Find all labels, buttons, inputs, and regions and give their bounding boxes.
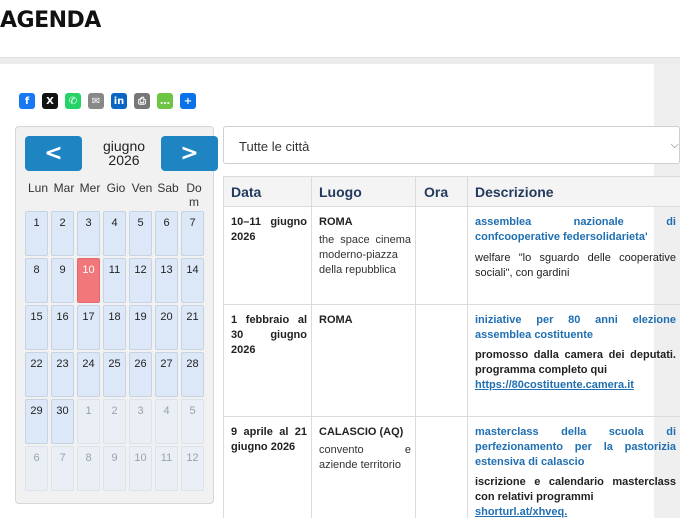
- calendar-day[interactable]: 9: [51, 258, 74, 303]
- email-icon[interactable]: ✉: [88, 93, 104, 109]
- calendar-day[interactable]: 11: [155, 446, 178, 491]
- event-city: CALASCIO (AQ): [319, 426, 404, 438]
- event-title[interactable]: iniziative per 80 anni elezione assemble…: [475, 313, 676, 343]
- calendar-day[interactable]: 17: [77, 305, 100, 350]
- share-plus-icon[interactable]: +: [180, 93, 196, 109]
- calendar-day[interactable]: 1: [77, 399, 100, 444]
- calendar-day[interactable]: 27: [155, 352, 178, 397]
- city-select-value: Tutte le città: [239, 139, 310, 154]
- column-header-description: Descrizione: [475, 184, 554, 200]
- calendar-day[interactable]: 12: [181, 446, 204, 491]
- calendar-day[interactable]: 12: [129, 258, 152, 303]
- prev-month-button[interactable]: <: [25, 136, 82, 171]
- calendar-day[interactable]: 3: [77, 211, 100, 256]
- calendar-day[interactable]: 6: [155, 211, 178, 256]
- city-select[interactable]: Tutte le città ⌵: [223, 126, 680, 164]
- calendar-day[interactable]: 11: [103, 258, 126, 303]
- event-date: 10–11 giugno 2026: [231, 216, 307, 243]
- calendar-day[interactable]: 10: [129, 446, 152, 491]
- table-row: 9 aprile al 21 giugno 2026 CALASCIO (AQ)…: [224, 417, 680, 518]
- calendar-day[interactable]: 5: [181, 399, 204, 444]
- calendar-day-today[interactable]: 10: [77, 258, 100, 303]
- linkedin-icon[interactable]: in: [111, 93, 127, 109]
- event-description-text: promosso dalla camera dei deputati. prog…: [475, 349, 676, 376]
- event-title[interactable]: masterclass della scuola di perfezioname…: [475, 425, 676, 470]
- event-description: iscrizione e calendario masterclass con …: [475, 475, 676, 518]
- calendar-day[interactable]: 22: [25, 352, 48, 397]
- calendar-day[interactable]: 8: [25, 258, 48, 303]
- calendar-day[interactable]: 7: [51, 446, 74, 491]
- calendar-day[interactable]: 3: [129, 399, 152, 444]
- weekday-label: Ven: [131, 181, 153, 195]
- month-name: giugno: [102, 138, 146, 154]
- column-header-place: Luogo: [319, 184, 362, 200]
- calendar-day[interactable]: 20: [155, 305, 178, 350]
- calendar-day[interactable]: 4: [155, 399, 178, 444]
- year-number: 2026: [108, 152, 140, 168]
- calendar-widget: < giugno 2026 > Lun Mar Mer Gio Ven Sab Do m 1…: [15, 126, 218, 504]
- event-city: ROMA: [319, 216, 353, 228]
- weekday-label: Gio: [106, 181, 126, 195]
- days-grid: 1 2 3 4 5 6 7 8 9 10 11 12 13 14 15 16 17 18 19 20 21 22 23 24 2…: [25, 211, 211, 491]
- event-date: 1 febbraio al 30 giugno 2026: [231, 314, 307, 356]
- event-date: 9 aprile al 21 giugno 2026: [231, 426, 307, 453]
- calendar-day[interactable]: 30: [51, 399, 74, 444]
- calendar-day[interactable]: 18: [103, 305, 126, 350]
- weekday-label: Sab: [157, 181, 179, 195]
- calendar-day[interactable]: 9: [103, 446, 126, 491]
- month-label: giugno 2026: [84, 139, 164, 167]
- whatsapp-icon[interactable]: ✆: [65, 93, 81, 109]
- calendar-day[interactable]: 26: [129, 352, 152, 397]
- sms-icon[interactable]: …: [157, 93, 173, 109]
- calendar-day[interactable]: 6: [25, 446, 48, 491]
- calendar-day[interactable]: 16: [51, 305, 74, 350]
- weekday-label: Mar: [53, 181, 75, 195]
- calendar-day[interactable]: 29: [25, 399, 48, 444]
- event-city: ROMA: [319, 314, 353, 326]
- table-row: 1 febbraio al 30 giugno 2026 ROMA inizia…: [224, 305, 680, 417]
- calendar-day[interactable]: 1: [25, 211, 48, 256]
- calendar-day[interactable]: 4: [103, 211, 126, 256]
- event-link[interactable]: shorturl.at/xhveq.: [475, 506, 567, 518]
- column-header-date: Data: [231, 184, 262, 200]
- weekday-label: Lun: [27, 181, 49, 195]
- event-description: welfare "lo sguardo delle cooperative so…: [475, 252, 676, 279]
- weekday-label: Do m: [186, 181, 202, 209]
- calendar-day[interactable]: 2: [103, 399, 126, 444]
- table-row: 10–11 giugno 2026 ROMA the space cinema …: [224, 207, 680, 305]
- event-title[interactable]: assemblea nazionale di confcooperative f…: [475, 215, 676, 245]
- calendar-day[interactable]: 24: [77, 352, 100, 397]
- events-table: Data Luogo Ora Descrizione 10–11 giugno …: [223, 176, 680, 518]
- calendar-day[interactable]: 8: [77, 446, 100, 491]
- event-description-text: iscrizione e calendario masterclass con …: [475, 476, 676, 503]
- calendar-day[interactable]: 14: [181, 258, 204, 303]
- column-header-time: Ora: [424, 184, 449, 200]
- calendar-day[interactable]: 19: [129, 305, 152, 350]
- calendar-day[interactable]: 23: [51, 352, 74, 397]
- calendar-day[interactable]: 21: [181, 305, 204, 350]
- event-link[interactable]: https://80costituente.camera.it: [475, 379, 634, 391]
- chevron-down-icon: ⌵: [670, 139, 679, 151]
- calendar-day[interactable]: 28: [181, 352, 204, 397]
- x-twitter-icon[interactable]: X: [42, 93, 58, 109]
- calendar-day[interactable]: 2: [51, 211, 74, 256]
- next-month-button[interactable]: >: [161, 136, 218, 171]
- share-bar: f X ✆ ✉ in ⎙ … +: [19, 93, 196, 109]
- event-venue: convento e aziende territorio: [319, 444, 411, 471]
- print-icon[interactable]: ⎙: [134, 93, 150, 109]
- calendar-day[interactable]: 7: [181, 211, 204, 256]
- page-title: AGENDA: [0, 8, 101, 33]
- weekday-label: Mer: [79, 181, 101, 195]
- event-venue: the space cinema moderno-piazza della re…: [319, 234, 411, 276]
- facebook-icon[interactable]: f: [19, 93, 35, 109]
- calendar-day[interactable]: 13: [155, 258, 178, 303]
- weekday-header: Lun Mar Mer Gio Ven Sab Do m: [25, 181, 215, 209]
- top-bar: AGENDA: [0, 0, 680, 58]
- calendar-day[interactable]: 15: [25, 305, 48, 350]
- calendar-day[interactable]: 25: [103, 352, 126, 397]
- event-description: promosso dalla camera dei deputati. prog…: [475, 348, 676, 393]
- events-table-header: Data Luogo Ora Descrizione: [224, 177, 680, 207]
- calendar-day[interactable]: 5: [129, 211, 152, 256]
